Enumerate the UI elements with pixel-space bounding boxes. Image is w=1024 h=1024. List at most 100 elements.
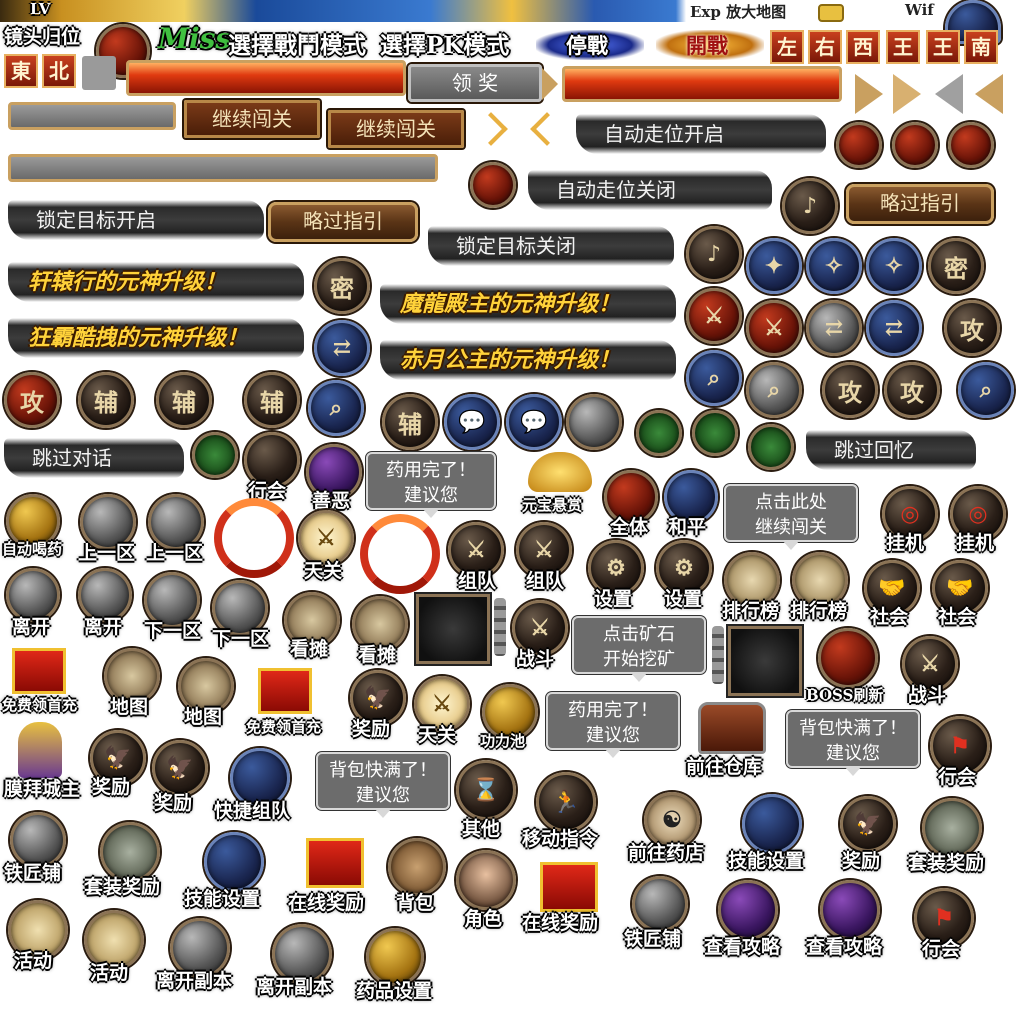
secret-button-1[interactable]: 密: [314, 258, 370, 314]
arrow-right-icon-2[interactable]: [893, 74, 921, 114]
skill-settings-label-2: 技能设置: [728, 850, 805, 872]
skip-dialog-banner[interactable]: 跳过对话: [4, 438, 184, 478]
search-icon-2[interactable]: ⌕: [308, 380, 364, 436]
yuanshen-banner-1: 轩辕行的元神升级！: [8, 262, 304, 302]
tip-line: 药用完了！: [386, 460, 476, 481]
battle-mode-label[interactable]: 選擇戰鬥模式: [228, 26, 366, 60]
double-right-icon[interactable]: [474, 112, 508, 146]
attack-button-2[interactable]: 攻: [822, 362, 878, 418]
camera-reset-label[interactable]: 镜头归位: [4, 22, 80, 49]
green-demon-z-icon[interactable]: [192, 432, 238, 478]
leave-label-2: 离开: [84, 616, 123, 638]
demon-sleep-icon[interactable]: [470, 162, 516, 208]
attack-button-4[interactable]: 攻: [944, 300, 1000, 356]
search-icon-1[interactable]: ⌕: [686, 350, 742, 406]
chat-icon-1[interactable]: 💬: [444, 394, 500, 450]
green-demon-z-icon-2[interactable]: [748, 424, 794, 470]
search-icon-3[interactable]: ⌕: [746, 362, 802, 418]
lock-target-off-banner[interactable]: 锁定目标关闭: [428, 226, 674, 266]
assist-button-1[interactable]: 辅: [78, 372, 134, 428]
activity-label-2: 活动: [90, 962, 129, 984]
eye-orb-icon[interactable]: [566, 394, 622, 450]
arrow-right-icon-1[interactable]: [855, 74, 883, 114]
claim-reward-button[interactable]: 领 奖: [408, 64, 542, 102]
green-demon-down-icon-1[interactable]: [636, 410, 682, 456]
auto-walk-on-banner[interactable]: 自动走位开启: [576, 114, 826, 154]
character-label: 角色: [464, 908, 503, 930]
ore-slot-1[interactable]: [416, 594, 490, 664]
direction-tile-right[interactable]: 右: [808, 30, 842, 64]
all-label: 全体: [610, 516, 649, 538]
swap-icon-3[interactable]: ⇄: [314, 320, 370, 376]
skip-guide-button-2[interactable]: 略过指引: [268, 202, 418, 242]
assist-button-2[interactable]: 辅: [156, 372, 212, 428]
attack-button-3[interactable]: 攻: [884, 362, 940, 418]
gold-ingot-bounty-icon[interactable]: [528, 452, 592, 492]
pk-mode-label[interactable]: 選擇PK模式: [380, 26, 509, 60]
compass-icon-1[interactable]: ✦: [746, 238, 802, 294]
hourglass-icon[interactable]: ⌛: [456, 760, 516, 820]
direction-tile-king-1[interactable]: 王: [886, 30, 920, 64]
demon-z-icon[interactable]: [948, 122, 994, 168]
compass-icon-3[interactable]: ✧: [866, 238, 922, 294]
attack-button-1[interactable]: 攻: [4, 372, 60, 428]
gift-box-icon-1[interactable]: [12, 648, 66, 694]
direction-tile-west[interactable]: 西: [846, 30, 880, 64]
direction-tile-king-2[interactable]: 王: [926, 30, 960, 64]
online-gift-icon-1[interactable]: [306, 838, 364, 888]
character-portrait-icon[interactable]: [456, 850, 516, 910]
chat-icon-2[interactable]: 💬: [506, 394, 562, 450]
gift-box-icon-2[interactable]: [258, 668, 312, 714]
view-guide-label-1: 查看攻略: [704, 936, 781, 958]
fight-label-1: 战斗: [516, 648, 555, 670]
ranking-label-2: 排行榜: [790, 600, 848, 622]
swap-icon-1[interactable]: ⇄: [806, 300, 862, 356]
speaker-icon-2[interactable]: ♪: [686, 226, 742, 282]
lock-target-on-banner[interactable]: 锁定目标开启: [8, 200, 264, 240]
skip-guide-button-1[interactable]: 略过指引: [846, 184, 994, 224]
guide-book-icon-2[interactable]: [820, 880, 880, 940]
continue-button-2[interactable]: 继续闯关: [328, 110, 464, 148]
tip-line: 点击矿石: [603, 624, 675, 645]
tip-line: 点击此处: [755, 492, 827, 513]
skill-book-icon-2[interactable]: [742, 794, 802, 854]
direction-tile-south[interactable]: 南: [964, 30, 998, 64]
skip-memory-banner[interactable]: 跳过回忆: [806, 430, 976, 470]
speaker-icon-1[interactable]: ♪: [782, 178, 838, 234]
demon-down-icon-1[interactable]: [836, 122, 882, 168]
yuanshen-banner-4: 赤月公主的元神升级！: [380, 340, 676, 380]
search-icon-4[interactable]: ⌕: [958, 362, 1014, 418]
compass-icon-2[interactable]: ✧: [806, 238, 862, 294]
red-progress-bar-left: [126, 60, 406, 96]
direction-tile-east[interactable]: 東: [4, 54, 38, 88]
warehouse-chest-icon[interactable]: [698, 702, 766, 754]
arrow-left-icon-2[interactable]: [975, 74, 1003, 114]
assist-button-4[interactable]: 辅: [382, 394, 438, 450]
fight-label-2: 战斗: [908, 684, 947, 706]
worship-statue-icon[interactable]: [18, 722, 62, 778]
guide-book-icon-1[interactable]: [718, 880, 778, 940]
move-runner-icon[interactable]: 🏃: [536, 772, 596, 832]
blade-icon-2[interactable]: ⚔: [746, 300, 802, 356]
secret-button-2[interactable]: 密: [928, 238, 984, 294]
direction-tile-left[interactable]: 左: [770, 30, 804, 64]
swap-icon-2[interactable]: ⇄: [866, 300, 922, 356]
reward-label-4: 奖励: [842, 850, 881, 872]
reward-eagle-icon-4[interactable]: 🦅: [840, 796, 896, 852]
demon-down-icon-2[interactable]: [892, 122, 938, 168]
boss-demon-icon[interactable]: [818, 628, 878, 688]
skill-book-icon-1[interactable]: [204, 832, 264, 892]
online-gift-icon-2[interactable]: [540, 862, 598, 912]
blade-icon-1[interactable]: ⚔: [686, 288, 742, 344]
assist-button-3[interactable]: 辅: [244, 372, 300, 428]
ranking-label-1: 排行榜: [722, 600, 780, 622]
direction-tile-north[interactable]: 北: [42, 54, 76, 88]
continue-button-1[interactable]: 继续闯关: [184, 100, 320, 138]
auto-walk-off-banner[interactable]: 自动走位关闭: [528, 170, 772, 210]
green-demon-down-icon-2[interactable]: [692, 410, 738, 456]
arrow-left-icon-1[interactable]: [935, 74, 963, 114]
leave-label-1: 离开: [12, 616, 51, 638]
reward-label-2: 奖励: [92, 776, 131, 798]
double-left-icon[interactable]: [530, 112, 564, 146]
ore-slot-2[interactable]: [728, 626, 802, 696]
